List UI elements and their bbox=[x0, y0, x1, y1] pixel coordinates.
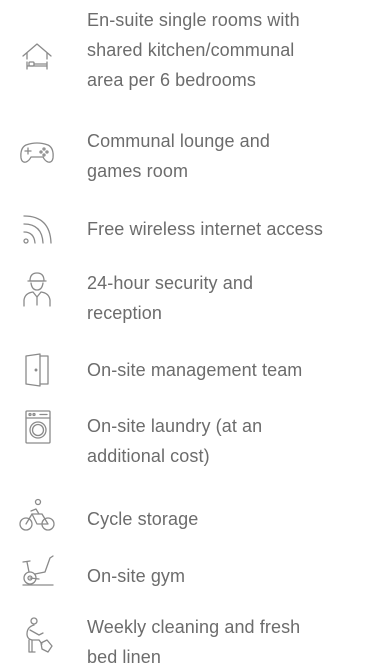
house-bed-icon bbox=[17, 36, 57, 76]
feature-label: Cycle storage bbox=[87, 509, 199, 529]
security-guard-icon bbox=[17, 269, 57, 309]
feature-item-management: On-site management team bbox=[0, 350, 374, 390]
feature-label: On-site management team bbox=[87, 360, 303, 380]
feature-item-lounge: Communal lounge and games room bbox=[0, 122, 374, 192]
washing-machine-icon bbox=[17, 408, 57, 448]
feature-label: Free wireless internet access bbox=[87, 219, 323, 239]
cleaning-icon bbox=[17, 616, 57, 656]
feature-item-laundry: On-site laundry (at an additional cost) bbox=[0, 406, 374, 476]
feature-label: Weekly cleaning and fresh bed linen bbox=[87, 617, 301, 667]
feature-label: En-suite single rooms with shared kitche… bbox=[87, 10, 300, 90]
feature-item-gym: On-site gym bbox=[0, 550, 374, 600]
wifi-icon bbox=[17, 210, 57, 250]
feature-item-security: 24-hour security and reception bbox=[0, 264, 374, 334]
feature-label: Communal lounge and games room bbox=[87, 131, 271, 181]
feature-item-ensuite: En-suite single rooms with shared kitche… bbox=[0, 0, 374, 110]
exercise-bike-icon bbox=[17, 552, 57, 592]
feature-label: On-site laundry (at an additional cost) bbox=[87, 416, 263, 466]
door-icon bbox=[17, 350, 57, 390]
feature-label: 24-hour security and reception bbox=[87, 273, 254, 323]
feature-item-wifi: Free wireless internet access bbox=[0, 208, 374, 248]
game-controller-icon bbox=[17, 132, 57, 172]
feature-label: On-site gym bbox=[87, 566, 186, 586]
feature-item-cycle: Cycle storage bbox=[0, 490, 374, 540]
feature-item-cleaning: Weekly cleaning and fresh bed linen bbox=[0, 612, 374, 672]
bicycle-icon bbox=[17, 496, 57, 536]
